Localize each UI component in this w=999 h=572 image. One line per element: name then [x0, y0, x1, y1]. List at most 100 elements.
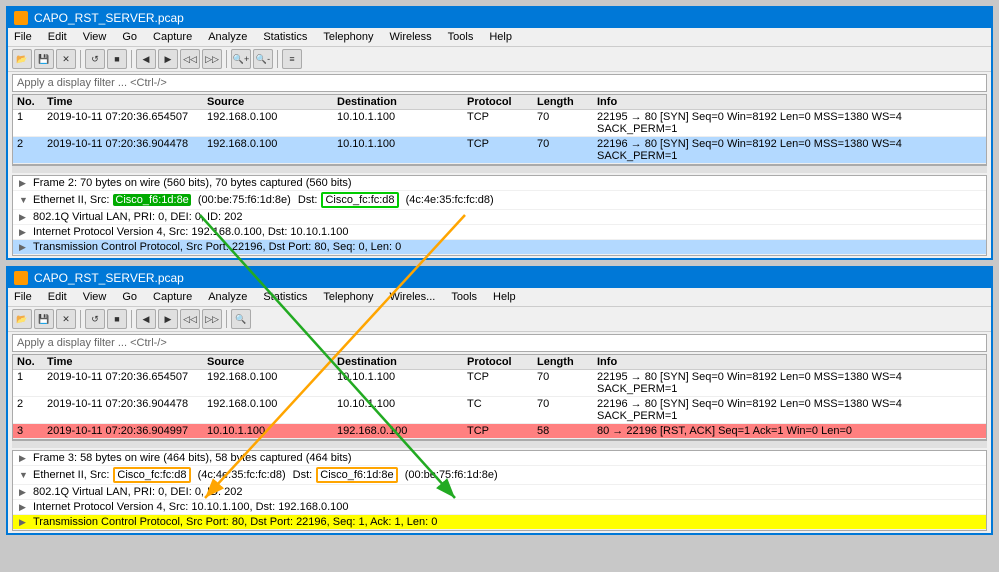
- top-packet-row-1[interactable]: 1 2019-10-11 07:20:36.654507 192.168.0.1…: [13, 110, 986, 137]
- detail-tcp-text: Transmission Control Protocol, Src Port:…: [33, 241, 401, 253]
- toolbar-sep3: [226, 50, 227, 68]
- bot-menu-tools[interactable]: Tools: [449, 290, 479, 304]
- bottom-detail-vlan[interactable]: ▶ 802.1Q Virtual LAN, PRI: 0, DEI: 0, ID…: [13, 485, 986, 500]
- bot-menu-view[interactable]: View: [81, 290, 109, 304]
- bot-toolbar-save[interactable]: 💾: [34, 309, 54, 329]
- pkt-src: 10.10.1.100: [207, 425, 337, 437]
- top-window-title: CAPO_RST_SERVER.pcap: [34, 11, 184, 25]
- toolbar-stop[interactable]: ■: [107, 49, 127, 69]
- bottom-detail-frame[interactable]: ▶ Frame 3: 58 bytes on wire (464 bits), …: [13, 451, 986, 466]
- toolbar-close[interactable]: ✕: [56, 49, 76, 69]
- detail-ip-text: Internet Protocol Version 4, Src: 10.10.…: [33, 501, 349, 513]
- menu-tools[interactable]: Tools: [446, 30, 476, 44]
- pkt-time: 2019-10-11 07:20:36.904997: [47, 425, 207, 437]
- top-detail-ip[interactable]: ▶ Internet Protocol Version 4, Src: 192.…: [13, 225, 986, 240]
- bot-toolbar-close[interactable]: ✕: [56, 309, 76, 329]
- top-detail-ethernet[interactable]: ▼ Ethernet II, Src: Cisco_f6:1d:8e (00:b…: [13, 191, 986, 210]
- pkt-time: 2019-10-11 07:20:36.904478: [47, 398, 207, 422]
- expand-icon: ▶: [19, 487, 29, 498]
- pkt-len: 70: [537, 398, 597, 422]
- expand-icon: ▼: [19, 195, 29, 205]
- pkt-dst: 192.168.0.100: [337, 425, 467, 437]
- expand-icon: ▶: [19, 227, 29, 238]
- bottom-detail-ip[interactable]: ▶ Internet Protocol Version 4, Src: 10.1…: [13, 500, 986, 515]
- bottom-packet-header: No. Time Source Destination Protocol Len…: [13, 355, 986, 370]
- menu-edit[interactable]: Edit: [46, 30, 69, 44]
- toolbar-back2[interactable]: ◁◁: [180, 49, 200, 69]
- toolbar-zoom-in[interactable]: 🔍+: [231, 49, 251, 69]
- bottom-filter-text: Apply a display filter ... <Ctrl-/>: [17, 337, 167, 349]
- expand-icon: ▶: [19, 212, 29, 223]
- menu-view[interactable]: View: [81, 30, 109, 44]
- menu-capture[interactable]: Capture: [151, 30, 194, 44]
- top-details-panel: ▶ Frame 2: 70 bytes on wire (560 bits), …: [12, 175, 987, 256]
- pkt-info: 22195 → 80 [SYN] Seq=0 Win=8192 Len=0 MS…: [597, 371, 982, 395]
- bot-toolbar-fwd[interactable]: ▶: [158, 309, 178, 329]
- top-wireshark-window: CAPO_RST_SERVER.pcap File Edit View Go C…: [6, 6, 993, 260]
- bot-menu-edit[interactable]: Edit: [46, 290, 69, 304]
- bottom-packet-row-1[interactable]: 1 2019-10-11 07:20:36.654507 192.168.0.1…: [13, 370, 986, 397]
- bottom-filter-bar[interactable]: Apply a display filter ... <Ctrl-/>: [12, 334, 987, 352]
- pkt-proto: TCP: [467, 371, 537, 395]
- bot-toolbar-fwd2[interactable]: ▷▷: [202, 309, 222, 329]
- bot-menu-telephony[interactable]: Telephony: [321, 290, 375, 304]
- top-detail-vlan[interactable]: ▶ 802.1Q Virtual LAN, PRI: 0, DEI: 0, ID…: [13, 210, 986, 225]
- toolbar-sep1: [80, 50, 81, 68]
- col-len: Length: [537, 96, 597, 108]
- top-scrollbar[interactable]: [12, 165, 987, 173]
- menu-statistics[interactable]: Statistics: [261, 30, 309, 44]
- toolbar-sep4: [277, 50, 278, 68]
- bot-menu-wireless[interactable]: Wireles...: [388, 290, 438, 304]
- bot-toolbar-zoom[interactable]: 🔍: [231, 309, 251, 329]
- top-packet-row-2[interactable]: 2 2019-10-11 07:20:36.904478 192.168.0.1…: [13, 137, 986, 164]
- toolbar-fwd[interactable]: ▶: [158, 49, 178, 69]
- toolbar-reload[interactable]: ↺: [85, 49, 105, 69]
- menu-wireless[interactable]: Wireless: [388, 30, 434, 44]
- top-filter-bar[interactable]: Apply a display filter ... <Ctrl-/>: [12, 74, 987, 92]
- toolbar-cols[interactable]: ≡: [282, 49, 302, 69]
- bot-menu-analyze[interactable]: Analyze: [206, 290, 249, 304]
- bottom-src-mac-label: Cisco_fc:fc:d8: [113, 467, 190, 483]
- toolbar-fwd2[interactable]: ▷▷: [202, 49, 222, 69]
- pkt-src: 192.168.0.100: [207, 111, 337, 135]
- pkt-no: 2: [17, 138, 47, 162]
- bot-col-source: Source: [207, 356, 337, 368]
- expand-icon: ▼: [19, 470, 29, 480]
- detail-dst-label: Dst:: [290, 469, 313, 481]
- bot-menu-statistics[interactable]: Statistics: [261, 290, 309, 304]
- toolbar-save[interactable]: 💾: [34, 49, 54, 69]
- bot-toolbar-back2[interactable]: ◁◁: [180, 309, 200, 329]
- menu-help[interactable]: Help: [487, 30, 514, 44]
- top-packet-list: No. Time Source Destination Protocol Len…: [12, 94, 987, 165]
- toolbar-back[interactable]: ◀: [136, 49, 156, 69]
- menu-file[interactable]: File: [12, 30, 34, 44]
- bot-toolbar-back[interactable]: ◀: [136, 309, 156, 329]
- menu-go[interactable]: Go: [120, 30, 139, 44]
- bottom-packet-row-3[interactable]: 3 2019-10-11 07:20:36.904997 10.10.1.100…: [13, 424, 986, 439]
- bottom-scrollbar[interactable]: [12, 440, 987, 448]
- bottom-detail-ethernet[interactable]: ▼ Ethernet II, Src: Cisco_fc:fc:d8 (4c:4…: [13, 466, 986, 485]
- bot-menu-capture[interactable]: Capture: [151, 290, 194, 304]
- bot-menu-file[interactable]: File: [12, 290, 34, 304]
- menu-telephony[interactable]: Telephony: [321, 30, 375, 44]
- pkt-proto: TCP: [467, 138, 537, 162]
- toolbar-zoom-out[interactable]: 🔍-: [253, 49, 273, 69]
- bot-menu-help[interactable]: Help: [491, 290, 518, 304]
- bot-col-no: No.: [17, 356, 47, 368]
- bottom-toolbar: 📂 💾 ✕ ↺ ■ ◀ ▶ ◁◁ ▷▷ 🔍: [8, 307, 991, 332]
- bot-toolbar-stop[interactable]: ■: [107, 309, 127, 329]
- top-detail-frame[interactable]: ▶ Frame 2: 70 bytes on wire (560 bits), …: [13, 176, 986, 191]
- bottom-detail-tcp[interactable]: ▶ Transmission Control Protocol, Src Por…: [13, 515, 986, 530]
- top-filter-text: Apply a display filter ... <Ctrl-/>: [17, 77, 167, 89]
- pkt-time: 2019-10-11 07:20:36.904478: [47, 138, 207, 162]
- menu-analyze[interactable]: Analyze: [206, 30, 249, 44]
- bot-toolbar-open[interactable]: 📂: [12, 309, 32, 329]
- toolbar-open[interactable]: 📂: [12, 49, 32, 69]
- bot-menu-go[interactable]: Go: [120, 290, 139, 304]
- top-detail-tcp[interactable]: ▶ Transmission Control Protocol, Src Por…: [13, 240, 986, 255]
- top-src-mac-label: Cisco_f6:1d:8e: [113, 194, 190, 206]
- bot-toolbar-reload[interactable]: ↺: [85, 309, 105, 329]
- bottom-packet-row-2[interactable]: 2 2019-10-11 07:20:36.904478 192.168.0.1…: [13, 397, 986, 424]
- pkt-dst: 10.10.1.100: [337, 138, 467, 162]
- expand-icon: ▶: [19, 517, 29, 528]
